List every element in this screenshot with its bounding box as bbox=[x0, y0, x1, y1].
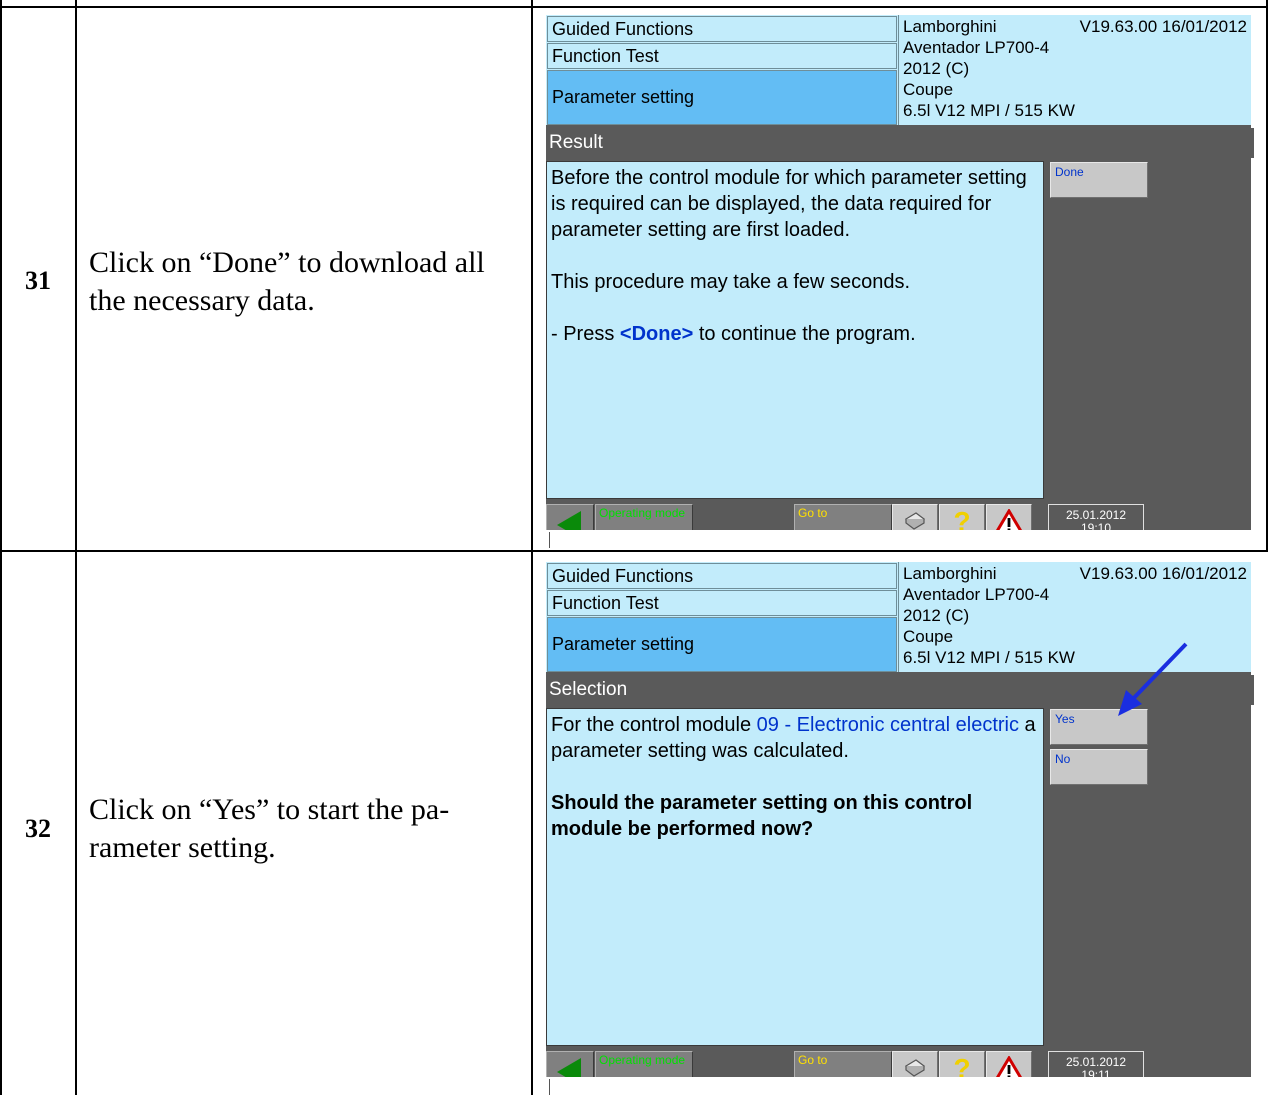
diagnostic-screen: Guided Functions Function Test Parameter… bbox=[546, 15, 1254, 540]
vehicle-year: 2012 (C) bbox=[903, 59, 970, 78]
operating-mode-label: Operating mode bbox=[599, 506, 686, 520]
annotation-arrow-icon bbox=[1118, 642, 1188, 716]
bottom-toolbar: Operating mode Go to ? 25.01.2012 19:11 bbox=[546, 1051, 1251, 1087]
message-text: For the control module 09 - Electronic c… bbox=[551, 712, 1039, 764]
done-button[interactable]: Done bbox=[1050, 162, 1148, 198]
no-button[interactable]: No bbox=[1050, 749, 1148, 785]
breadcrumb-item[interactable]: Function Test bbox=[547, 43, 897, 69]
table-border-top bbox=[0, 6, 1268, 8]
breadcrumb-item[interactable]: Function Test bbox=[547, 590, 897, 616]
table-row-divider bbox=[0, 550, 1268, 552]
goto-label: Go to bbox=[798, 1053, 828, 1067]
vehicle-engine: 6.5l V12 MPI / 515 KW bbox=[903, 648, 1075, 667]
message-panel: For the control module 09 - Electronic c… bbox=[546, 708, 1044, 1046]
step-number: 31 bbox=[25, 266, 51, 295]
step-instruction: Click on “Done” to download all the nece… bbox=[89, 246, 485, 317]
message-suffix: to continue the program. bbox=[693, 323, 916, 345]
vehicle-info: Lamborghini V19.63.00 16/01/2012 Aventad… bbox=[898, 15, 1251, 125]
question-text: Should the parameter setting on this con… bbox=[551, 792, 973, 840]
cursor-mark bbox=[549, 1079, 550, 1095]
vehicle-body: Coupe bbox=[903, 80, 954, 99]
vehicle-make: Lamborghini bbox=[903, 17, 997, 36]
bottom-toolbar: Operating mode Go to ? 25.01.2012 19:10 bbox=[546, 504, 1251, 540]
vehicle-body: Coupe bbox=[903, 627, 954, 646]
operating-mode-label: Operating mode bbox=[599, 1053, 686, 1067]
status-strip bbox=[546, 1077, 1251, 1095]
vehicle-info: Lamborghini V19.63.00 16/01/2012 Aventad… bbox=[898, 562, 1251, 672]
vehicle-year: 2012 (C) bbox=[903, 606, 970, 625]
message-panel: Before the control module for which para… bbox=[546, 161, 1044, 499]
breadcrumb: Guided Functions Function Test Parameter… bbox=[546, 562, 898, 672]
breadcrumb-item[interactable]: Guided Functions bbox=[547, 563, 897, 589]
breadcrumb-item[interactable]: Guided Functions bbox=[547, 16, 897, 42]
status-strip bbox=[546, 530, 1251, 550]
software-version: V19.63.00 16/01/2012 bbox=[1079, 564, 1247, 583]
breadcrumb-item-selected[interactable]: Parameter setting bbox=[547, 617, 897, 672]
goto-label: Go to bbox=[798, 506, 828, 520]
diagnostic-screen: Guided Functions Function Test Parameter… bbox=[546, 562, 1254, 1087]
done-key-reference: <Done> bbox=[619, 323, 694, 345]
table-divider-col1 bbox=[75, 0, 77, 1095]
cursor-mark bbox=[549, 532, 550, 548]
vehicle-model: Aventador LP700-4 bbox=[903, 585, 1050, 604]
control-module-name: 09 - Electronic central electric bbox=[756, 714, 1019, 736]
message-text: Before the control module for which para… bbox=[551, 167, 1027, 241]
message-prefix: For the control module bbox=[551, 714, 757, 736]
breadcrumb-item-selected[interactable]: Parameter setting bbox=[547, 70, 897, 125]
step-instruction: Click on “Yes” to start the pa-rameter s… bbox=[89, 793, 450, 864]
step-number: 32 bbox=[25, 814, 51, 843]
breadcrumb: Guided Functions Function Test Parameter… bbox=[546, 15, 898, 125]
message-text: - Press <Done> to continue the program. bbox=[551, 321, 1039, 347]
vehicle-engine: 6.5l V12 MPI / 515 KW bbox=[903, 101, 1075, 120]
message-text: This procedure may take a few seconds. bbox=[551, 271, 911, 293]
vehicle-model: Aventador LP700-4 bbox=[903, 38, 1050, 57]
software-version: V19.63.00 16/01/2012 bbox=[1079, 17, 1247, 36]
section-title: Result bbox=[546, 128, 1254, 158]
table-divider-col2 bbox=[531, 0, 533, 1095]
message-prefix: - Press bbox=[551, 323, 620, 345]
vehicle-make: Lamborghini bbox=[903, 564, 997, 583]
table-border-left bbox=[0, 0, 2, 1095]
